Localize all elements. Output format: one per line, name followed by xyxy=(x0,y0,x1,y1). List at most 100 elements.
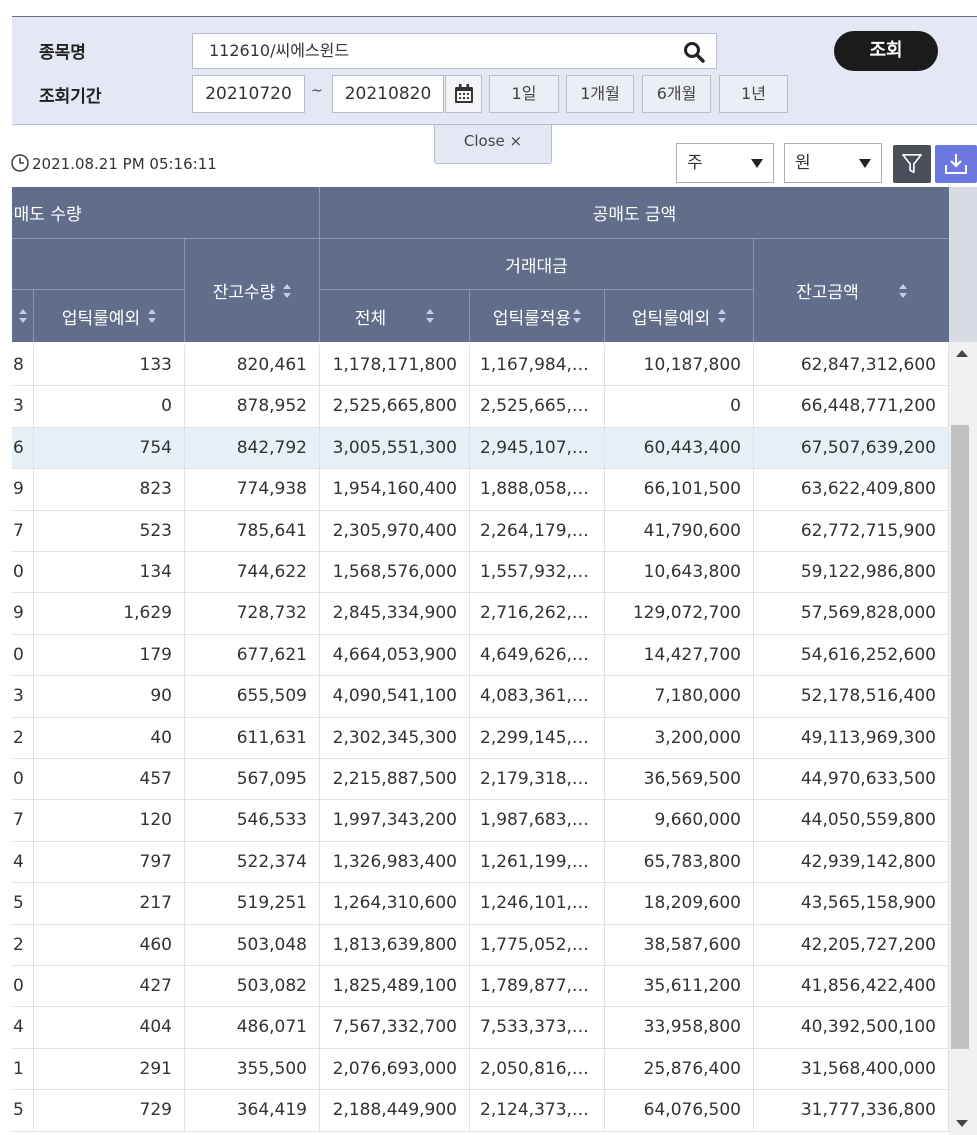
cell-uptick-exempt-qty: 291 xyxy=(34,1048,185,1090)
table-row[interactable]: 3 90 655,509 4,090,541,100 4,083,361,… 7,180,… xyxy=(12,676,949,718)
table-row[interactable]: 5 729 364,419 2,188,449,900 2,124,373,… 64,07… xyxy=(12,1090,949,1132)
date-to-input[interactable]: 20210820 xyxy=(332,75,444,113)
sort-icon xyxy=(283,283,292,298)
quantity-unit-select[interactable]: 주 xyxy=(676,143,774,183)
cell-uptick-exempt-amt: 10,187,800 xyxy=(605,345,754,386)
header-total-amt[interactable]: 전체 xyxy=(320,290,470,342)
cell-uptick-exempt-amt: 14,427,700 xyxy=(605,634,754,676)
search-icon[interactable] xyxy=(682,40,706,64)
cell-uptick-exempt-qty: 797 xyxy=(34,841,185,883)
period-6month-button[interactable]: 6개월 xyxy=(642,75,711,113)
header-uptick-applied-amt[interactable]: 업틱룰적용 xyxy=(470,290,605,342)
table-row[interactable]: 3 0 878,952 2,525,665,800 2,525,665,… 0 66,448… xyxy=(12,386,949,428)
amount-unit-value: 원 xyxy=(795,153,811,173)
header-uptick-exempt-qty-label: 업틱룰예외 xyxy=(61,308,141,329)
cell-total-amt: 2,305,970,400 xyxy=(320,510,470,551)
grid-header: 공매도 수량 공매도 금액 잔고수량 거래대금 잔고금액 업틱룰예외 전체 xyxy=(12,187,949,342)
cell-uptick-exempt-qty: 823 xyxy=(34,469,185,510)
table-row[interactable]: 0 427 503,082 1,825,489,100 1,789,877,… 35,61… xyxy=(12,966,949,1008)
cell-uptick-applied-amt: 2,179,318,… xyxy=(470,759,605,800)
table-row[interactable]: 7 523 785,641 2,305,970,400 2,264,179,… 41,79… xyxy=(12,510,949,552)
table-row[interactable]: 9 1,629 728,732 2,845,334,900 2,716,262,… 129… xyxy=(12,593,949,635)
table-row[interactable]: 0 457 567,095 2,215,887,500 2,179,318,… 36,56… xyxy=(12,759,949,801)
cell-uptick-exempt-amt: 0 xyxy=(605,386,754,427)
header-balance-amt[interactable]: 잔고금액 xyxy=(754,239,949,342)
table-row[interactable]: 9 823 774,938 1,954,160,400 1,888,058,… 66,10… xyxy=(12,469,949,511)
period-1year-button[interactable]: 1년 xyxy=(719,75,788,113)
cell-balance-qty: 677,621 xyxy=(185,634,320,676)
cell-partial: 6 xyxy=(12,427,34,469)
cell-balance-qty: 842,792 xyxy=(185,427,320,469)
table-row[interactable]: 6 754 842,792 3,005,551,300 2,945,107,… 60,44… xyxy=(12,427,949,470)
amount-unit-select[interactable]: 원 xyxy=(784,143,882,183)
query-button[interactable]: 조회 xyxy=(834,31,938,71)
cell-uptick-exempt-qty: 427 xyxy=(34,966,185,1007)
date-from-input[interactable]: 20210720 xyxy=(192,75,305,113)
header-uptick-exempt-amt[interactable]: 업틱룰예외 xyxy=(605,290,754,342)
table-row[interactable]: 4 404 486,071 7,567,332,700 7,533,373,… 33,95… xyxy=(12,1007,949,1049)
period-1day-button[interactable]: 1일 xyxy=(489,75,559,113)
cell-balance-qty: 878,952 xyxy=(185,386,320,427)
header-balance-qty-label: 잔고수량 xyxy=(212,283,276,303)
table-row[interactable]: 1 291 355,500 2,076,693,000 2,050,816,… 25,87… xyxy=(12,1048,949,1091)
cell-total-amt: 1,264,310,600 xyxy=(320,883,470,924)
cell-uptick-exempt-amt: 65,783,800 xyxy=(605,841,754,883)
table-row[interactable]: 4 797 522,374 1,326,983,400 1,261,199,… 65,78… xyxy=(12,841,949,884)
calendar-icon xyxy=(455,84,473,103)
cell-uptick-applied-amt: 1,775,052,… xyxy=(470,924,605,965)
header-partial-left[interactable] xyxy=(12,290,34,342)
filter-button[interactable] xyxy=(893,145,931,183)
chevron-down-icon xyxy=(751,159,763,168)
cell-uptick-applied-amt: 1,557,932,… xyxy=(470,552,605,593)
cell-uptick-exempt-qty: 729 xyxy=(34,1090,185,1131)
cell-uptick-applied-amt: 1,261,199,… xyxy=(470,841,605,883)
header-short-qty-subgroup xyxy=(12,239,185,290)
cell-uptick-exempt-amt: 7,180,000 xyxy=(605,676,754,717)
table-row[interactable]: 2 460 503,048 1,813,639,800 1,775,052,… 38,58… xyxy=(12,924,949,966)
scroll-up-arrow-icon[interactable] xyxy=(956,350,968,357)
cell-balance-qty: 364,419 xyxy=(185,1090,320,1131)
cell-partial: 3 xyxy=(12,386,34,427)
period-1month-button[interactable]: 1개월 xyxy=(566,75,634,113)
header-uptick-exempt-qty[interactable]: 업틱룰예외 xyxy=(34,290,185,342)
header-short-qty-group-label: 공매도 수량 xyxy=(12,205,82,225)
cell-uptick-exempt-qty: 404 xyxy=(34,1007,185,1048)
cell-uptick-exempt-amt: 41,790,600 xyxy=(605,510,754,551)
cell-uptick-exempt-qty: 90 xyxy=(34,676,185,717)
close-panel-tab[interactable]: Close × xyxy=(434,125,552,164)
header-balance-amt-label: 잔고금액 xyxy=(796,283,859,303)
calendar-button[interactable] xyxy=(445,75,482,113)
cell-partial: 7 xyxy=(12,800,34,841)
table-row[interactable]: 5 217 519,251 1,264,310,600 1,246,101,… 18,20… xyxy=(12,883,949,925)
cell-total-amt: 2,076,693,000 xyxy=(320,1048,470,1090)
cell-partial: 4 xyxy=(12,841,34,883)
cell-total-amt: 1,813,639,800 xyxy=(320,924,470,965)
cell-uptick-exempt-amt: 60,443,400 xyxy=(605,427,754,469)
cell-balance-qty: 611,631 xyxy=(185,717,320,758)
header-short-amt-group-label: 공매도 금액 xyxy=(592,205,677,225)
scrollbar-thumb[interactable] xyxy=(951,425,969,1049)
cell-balance-qty: 503,082 xyxy=(185,966,320,1007)
cell-uptick-exempt-amt: 64,076,500 xyxy=(605,1090,754,1131)
table-row[interactable]: 0 179 677,621 4,664,053,900 4,649,626,… 14,42… xyxy=(12,634,949,677)
header-balance-qty[interactable]: 잔고수량 xyxy=(185,239,320,342)
cell-uptick-exempt-amt: 25,876,400 xyxy=(605,1048,754,1090)
header-uptick-exempt-amt-label: 업틱룰예외 xyxy=(631,308,711,329)
cell-balance-amt: 40,392,500,100 xyxy=(754,1007,949,1048)
download-button[interactable] xyxy=(935,145,977,183)
cell-total-amt: 1,997,343,200 xyxy=(320,800,470,841)
cell-balance-qty: 519,251 xyxy=(185,883,320,924)
table-row[interactable]: 0 134 744,622 1,568,576,000 1,557,932,… 10,64… xyxy=(12,552,949,594)
cell-uptick-applied-amt: 2,124,373,… xyxy=(470,1090,605,1131)
table-row[interactable]: 2 40 611,631 2,302,345,300 2,299,145,… 3,200,… xyxy=(12,717,949,759)
cell-partial: 0 xyxy=(12,966,34,1007)
cell-total-amt: 1,568,576,000 xyxy=(320,552,470,593)
scroll-down-arrow-icon[interactable] xyxy=(956,1120,968,1127)
download-icon xyxy=(945,154,967,174)
vertical-scrollbar[interactable] xyxy=(949,187,977,1135)
table-row[interactable]: 8 133 820,461 1,178,171,800 1,167,984,… 10,18… xyxy=(12,345,949,387)
cell-partial: 0 xyxy=(12,634,34,676)
stock-name-input[interactable]: 112610/씨에스윈드 xyxy=(192,33,717,69)
table-row[interactable]: 7 120 546,533 1,997,343,200 1,987,683,… 9,660… xyxy=(12,800,949,842)
cell-balance-qty: 820,461 xyxy=(185,345,320,386)
